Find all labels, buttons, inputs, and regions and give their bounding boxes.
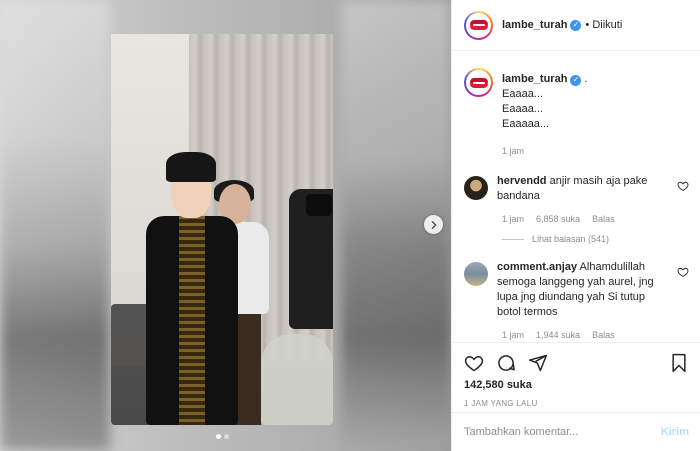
comment-text: hervendd anjir masih aja pake bandana (497, 174, 662, 204)
camera (306, 194, 332, 216)
blurred-background-left (0, 0, 110, 451)
heart-icon[interactable] (464, 353, 484, 373)
caption-avatar[interactable] (464, 68, 493, 97)
caption-text: lambe_turah ✓ . Eaaaa... Eaaaa... Eaaaaa.… (502, 72, 689, 132)
comment-text: comment.anjay Alhamdulillah semoga langg… (497, 260, 657, 320)
comment-likes[interactable]: 1,944 suka (536, 330, 580, 340)
avatar-image (466, 70, 491, 95)
post-header: lambe_turah ✓ • Diikuti (452, 0, 700, 51)
caption-username[interactable]: lambe_turah (502, 73, 567, 85)
carousel-next-button[interactable] (424, 215, 443, 234)
add-comment-bar: Kirim (452, 412, 700, 451)
video-frame[interactable] (111, 34, 333, 425)
comment-input[interactable] (464, 426, 661, 438)
comment-time: 1 jam (502, 330, 525, 340)
man-suit-embroidery (179, 216, 205, 425)
like-comment-heart-icon[interactable] (677, 180, 689, 192)
lips-logo-icon (469, 20, 488, 30)
comment-likes[interactable]: 6,858 suka (536, 214, 580, 224)
like-count[interactable]: 142,580 suka (464, 379, 689, 391)
comment-item: comment.anjay Alhamdulillah semoga langg… (464, 260, 689, 340)
caption: lambe_turah ✓ . Eaaaa... Eaaaa... Eaaaaa.… (464, 52, 689, 156)
bookmark-icon[interactable] (669, 353, 689, 373)
comment-meta: 1 jam 1,944 suka Balas (502, 330, 689, 340)
carousel-dot-active (216, 434, 221, 439)
header-username[interactable]: lambe_turah (502, 19, 567, 31)
view-replies[interactable]: Lihat balasan (541) (502, 234, 689, 244)
like-comment-heart-icon[interactable] (677, 266, 689, 278)
lips-logo-icon (469, 77, 488, 88)
caption-line: Eaaaaa... (502, 118, 550, 130)
chair (261, 334, 333, 425)
comment-time: 1 jam (502, 214, 525, 224)
caption-line: Eaaaa... (502, 103, 543, 115)
avatar[interactable] (464, 10, 493, 40)
carousel-indicator (216, 434, 229, 439)
equipment (111, 304, 151, 425)
caption-meta: 1 jam (502, 146, 689, 156)
comment-username[interactable]: hervendd (497, 175, 547, 187)
reply-button[interactable]: Balas (592, 330, 615, 340)
man-headwear (166, 152, 216, 182)
post-media (0, 0, 451, 451)
comments-section[interactable]: lambe_turah ✓ . Eaaaa... Eaaaa... Eaaaaa.… (452, 52, 700, 342)
divider (502, 238, 524, 240)
comment-icon[interactable] (496, 353, 516, 373)
carousel-dot (224, 434, 229, 439)
avatar-image (466, 12, 491, 38)
verified-icon: ✓ (570, 19, 582, 31)
action-bar (464, 349, 689, 377)
comment-avatar[interactable] (464, 176, 488, 200)
share-icon[interactable] (528, 353, 548, 373)
comment-item: hervendd anjir masih aja pake bandana 1 … (464, 174, 689, 244)
chevron-right-icon (431, 220, 437, 229)
caption-time: 1 jam (502, 146, 525, 156)
post-comment-button[interactable]: Kirim (661, 426, 689, 438)
comment-username[interactable]: comment.anjay (497, 261, 577, 273)
instagram-post: lambe_turah ✓ • Diikuti lambe_turah✓ . (0, 0, 700, 451)
post-timestamp: 1 JAM YANG LALU (464, 399, 538, 408)
caption-line: Eaaaa... (502, 88, 543, 100)
post-actions: 142,580 suka 1 JAM YANG LALU (452, 342, 700, 408)
post-sidebar: lambe_turah ✓ • Diikuti lambe_turah✓ . (451, 0, 700, 451)
follow-status[interactable]: • Diikuti (585, 19, 622, 31)
comment-meta: 1 jam 6,858 suka Balas (502, 214, 689, 224)
view-replies-label[interactable]: Lihat balasan (541) (532, 234, 609, 244)
caption-suffix: . (584, 73, 588, 85)
comment-avatar[interactable] (464, 262, 488, 286)
verified-icon: ✓ (570, 74, 582, 86)
reply-button[interactable]: Balas (592, 214, 615, 224)
